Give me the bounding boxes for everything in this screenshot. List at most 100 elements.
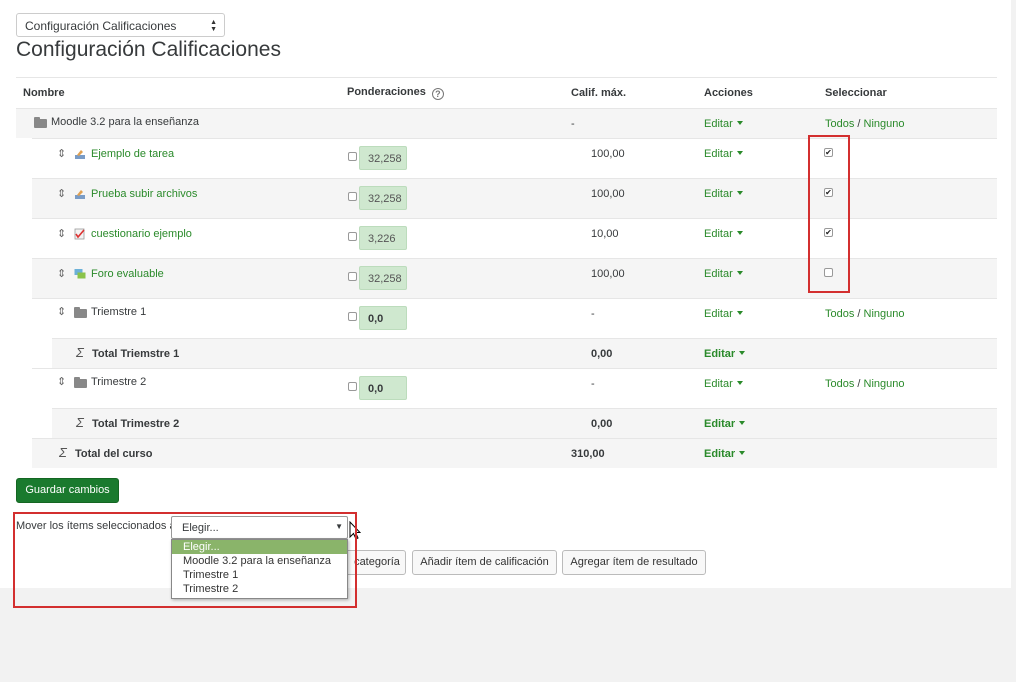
select-all-none: Todos / Ninguno bbox=[825, 378, 905, 390]
edit-label: Editar bbox=[704, 348, 736, 360]
weight-override-checkbox[interactable] bbox=[348, 152, 357, 161]
weight-input[interactable]: 3,226 bbox=[359, 226, 407, 250]
save-changes-button[interactable]: Guardar cambios bbox=[16, 478, 119, 503]
edit-menu[interactable]: Editar bbox=[704, 188, 743, 200]
edit-label: Editar bbox=[704, 308, 733, 320]
edit-label: Editar bbox=[704, 268, 733, 280]
caret-down-icon bbox=[736, 381, 743, 385]
max-grade: - bbox=[591, 378, 595, 390]
max-grade: 10,00 bbox=[591, 228, 619, 240]
weight-input[interactable]: 0,0 bbox=[359, 376, 407, 400]
edit-label: Editar bbox=[704, 378, 733, 390]
select-all-link[interactable]: Todos bbox=[825, 308, 854, 320]
move-icon[interactable]: ⇕ bbox=[57, 268, 69, 280]
sigma-icon: Σ bbox=[76, 345, 84, 360]
edit-label: Editar bbox=[704, 148, 733, 160]
select-all-none: Todos / Ninguno bbox=[825, 308, 905, 320]
total-name: Total Triemstre 1 bbox=[92, 348, 180, 360]
help-icon[interactable]: ? bbox=[431, 88, 444, 100]
select-all-link[interactable]: Todos bbox=[825, 118, 854, 130]
select-none-link[interactable]: Ninguno bbox=[864, 118, 905, 130]
edit-menu[interactable]: Editar bbox=[704, 418, 746, 430]
sigma-icon: Σ bbox=[76, 415, 84, 430]
move-icon[interactable]: ⇕ bbox=[57, 376, 69, 388]
caret-down-icon bbox=[736, 151, 743, 155]
edit-menu[interactable]: Editar bbox=[704, 268, 743, 280]
edit-label: Editar bbox=[704, 118, 733, 130]
edit-label: Editar bbox=[704, 188, 733, 200]
move-icon[interactable]: ⇕ bbox=[57, 188, 69, 200]
weight-input[interactable]: 32,258 bbox=[359, 266, 407, 290]
category-name: Moodle 3.2 para la enseñanza bbox=[51, 116, 199, 128]
report-selector-value: Configuración Calificaciones bbox=[25, 19, 177, 33]
highlight-box-move-area bbox=[13, 512, 357, 608]
caret-down-icon bbox=[739, 451, 746, 455]
grade-item-link[interactable]: Foro evaluable bbox=[91, 268, 164, 280]
caret-down-icon bbox=[739, 351, 746, 355]
updown-arrows-icon: ▲ ▼ bbox=[210, 19, 217, 33]
table-row bbox=[52, 338, 997, 368]
max-grade: - bbox=[571, 118, 575, 130]
edit-label: Editar bbox=[704, 228, 733, 240]
max-grade: 0,00 bbox=[591, 348, 613, 360]
table-row bbox=[52, 408, 997, 438]
move-icon[interactable]: ⇕ bbox=[57, 148, 69, 160]
weight-override-checkbox[interactable] bbox=[348, 382, 357, 391]
move-icon[interactable]: ⇕ bbox=[57, 228, 69, 240]
table-row bbox=[32, 258, 997, 298]
edit-menu[interactable]: Editar bbox=[704, 448, 746, 460]
weight-override-checkbox[interactable] bbox=[348, 312, 357, 321]
edit-menu[interactable]: Editar bbox=[704, 348, 746, 360]
select-none-link[interactable]: Ninguno bbox=[864, 378, 905, 390]
col-header-max: Calif. máx. bbox=[571, 87, 627, 99]
forum-icon bbox=[74, 269, 86, 279]
weight-input[interactable]: 32,258 bbox=[359, 186, 407, 210]
max-grade: 100,00 bbox=[591, 268, 625, 280]
category-name: Trimestre 2 bbox=[91, 376, 147, 388]
category-name: Triemstre 1 bbox=[91, 306, 147, 318]
weight-input[interactable]: 32,258 bbox=[359, 146, 407, 170]
edit-menu[interactable]: Editar bbox=[704, 378, 743, 390]
edit-menu[interactable]: Editar bbox=[704, 118, 743, 130]
edit-label: Editar bbox=[704, 418, 736, 430]
caret-down-icon bbox=[736, 121, 743, 125]
col-header-weights-label: Ponderaciones bbox=[347, 86, 426, 98]
max-grade: 310,00 bbox=[571, 448, 605, 460]
weight-override-checkbox[interactable] bbox=[348, 192, 357, 201]
edit-menu[interactable]: Editar bbox=[704, 308, 743, 320]
weight-override-checkbox[interactable] bbox=[348, 232, 357, 241]
edit-menu[interactable]: Editar bbox=[704, 228, 743, 240]
weight-input[interactable]: 0,0 bbox=[359, 306, 407, 330]
caret-down-icon bbox=[739, 421, 746, 425]
edit-menu[interactable]: Editar bbox=[704, 148, 743, 160]
separator: / bbox=[857, 308, 861, 320]
select-none-link[interactable]: Ninguno bbox=[864, 308, 905, 320]
weight-override-checkbox[interactable] bbox=[348, 272, 357, 281]
folder-icon bbox=[74, 377, 87, 388]
move-icon[interactable]: ⇕ bbox=[57, 306, 69, 318]
total-name: Total Trimestre 2 bbox=[92, 418, 180, 430]
max-grade: 100,00 bbox=[591, 188, 625, 200]
assignment-icon bbox=[75, 190, 85, 199]
caret-down-icon bbox=[736, 191, 743, 195]
col-header-weights: Ponderaciones? bbox=[347, 86, 444, 100]
grade-item-link[interactable]: Prueba subir archivos bbox=[91, 188, 197, 200]
grade-item-link[interactable]: Ejemplo de tarea bbox=[91, 148, 174, 160]
max-grade: 0,00 bbox=[591, 418, 613, 430]
table-row bbox=[32, 138, 997, 178]
edit-label: Editar bbox=[704, 448, 736, 460]
add-grade-item-button[interactable]: Añadir ítem de calificación bbox=[412, 550, 557, 575]
report-selector[interactable]: Configuración Calificaciones ▲ ▼ bbox=[16, 13, 225, 37]
grade-item-link[interactable]: cuestionario ejemplo bbox=[91, 228, 192, 240]
highlight-box-select-column bbox=[808, 135, 850, 293]
max-grade: 100,00 bbox=[591, 148, 625, 160]
table-top-border bbox=[16, 77, 997, 78]
page-title: Configuración Calificaciones bbox=[16, 38, 281, 61]
caret-down-icon bbox=[736, 271, 743, 275]
add-outcome-item-button[interactable]: Agregar ítem de resultado bbox=[562, 550, 706, 575]
assignment-icon bbox=[75, 150, 85, 159]
col-header-select: Seleccionar bbox=[825, 87, 887, 99]
caret-down-icon bbox=[736, 311, 743, 315]
total-name: Total del curso bbox=[75, 448, 153, 460]
select-all-link[interactable]: Todos bbox=[825, 378, 854, 390]
